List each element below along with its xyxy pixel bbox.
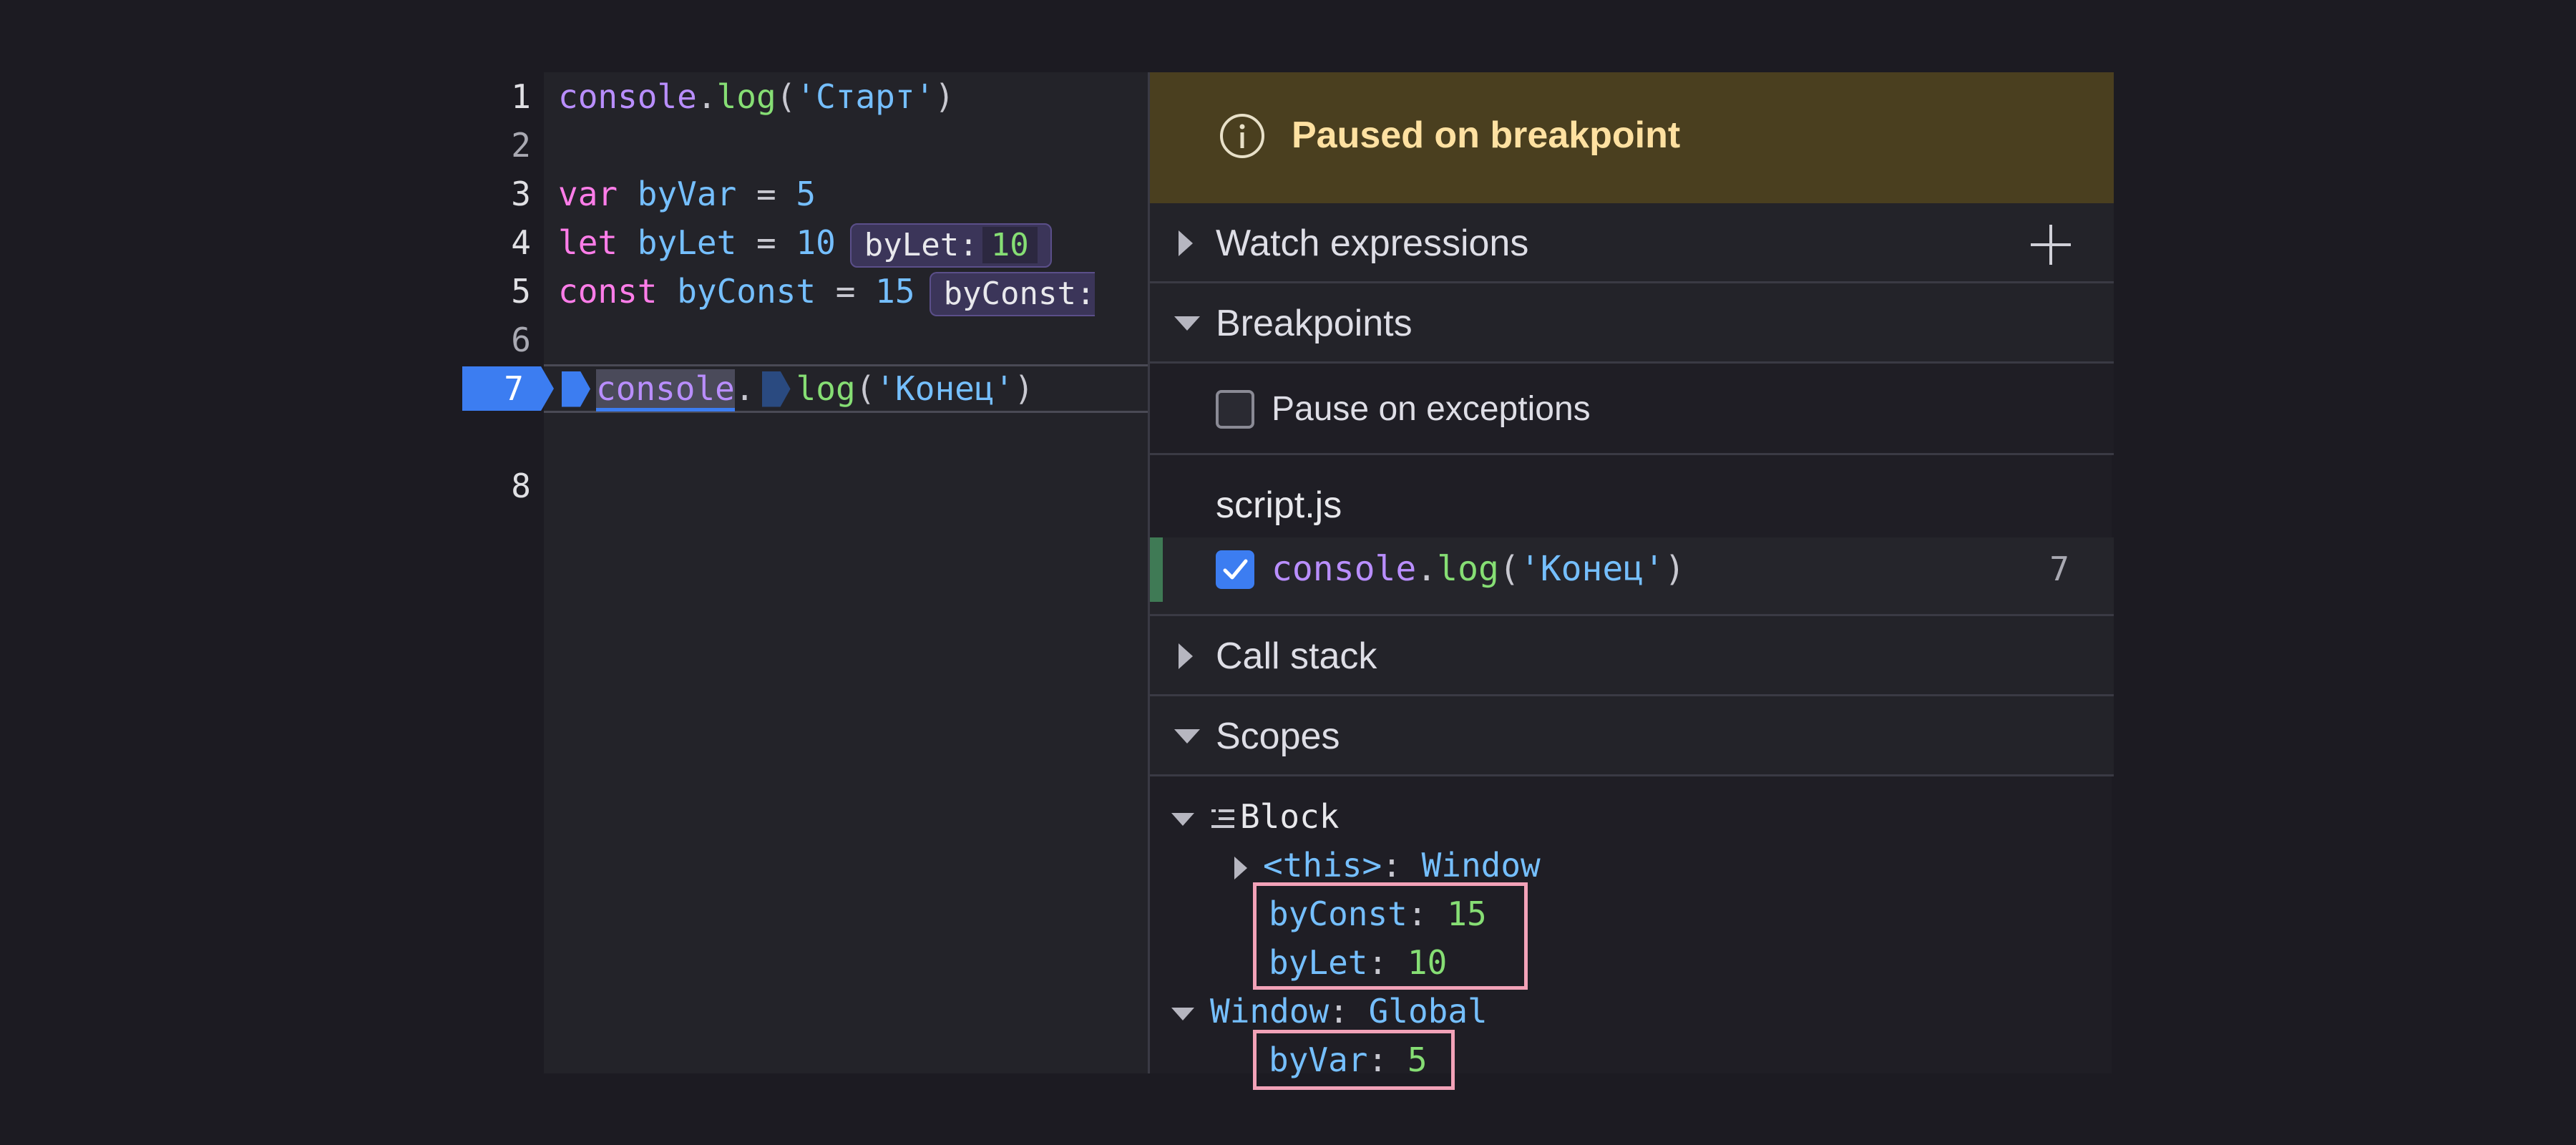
highlight-box-global-vars: [1253, 1030, 1455, 1090]
triangle-down-icon: [1171, 1007, 1194, 1020]
token-number: 10: [796, 223, 836, 262]
token-console-highlighted: console: [596, 369, 735, 411]
block-scope-label: Block: [1240, 797, 1340, 836]
pause-on-exceptions-row[interactable]: Pause on exceptions: [1150, 364, 2114, 455]
checkmark-icon: [1223, 559, 1248, 580]
line-number-5[interactable]: 5: [458, 267, 531, 316]
code-line-5: const byConst = 15 byConst:: [558, 267, 1148, 316]
breakpoint-enabled-checkbox[interactable]: [1216, 550, 1254, 589]
inline-preview-label: byConst:: [943, 275, 1096, 312]
token-keyword: let: [558, 223, 618, 262]
token-console: console: [1272, 549, 1417, 589]
token-dot: .: [734, 369, 755, 408]
pause-on-exceptions-checkbox[interactable]: [1216, 390, 1254, 429]
line-number-2[interactable]: 2: [458, 121, 531, 170]
breakpoint-marker[interactable]: 7: [462, 366, 554, 411]
scope-block-node[interactable]: Block: [1171, 792, 1339, 844]
token-paren-close: ): [935, 77, 955, 116]
breakpoint-line-number: 7: [2049, 550, 2069, 588]
code-line-7: console. log('Конец'): [562, 364, 1034, 413]
triangle-down-icon: [1171, 812, 1194, 826]
token-operator: =: [756, 223, 776, 262]
token-paren-close: ): [1014, 369, 1034, 408]
column-breakpoint-icon[interactable]: [761, 371, 791, 407]
token-identifier: byVar: [637, 175, 737, 213]
column-breakpoint-icon[interactable]: [562, 371, 590, 407]
breakpoints-header[interactable]: Breakpoints: [1150, 283, 2114, 364]
token-identifier: byConst: [677, 272, 816, 311]
breakpoint-item[interactable]: console.log('Конец') 7: [1150, 537, 2114, 616]
token-paren-close: ): [1664, 549, 1686, 589]
code-line-3: var byVar = 5: [558, 170, 816, 218]
line-number-4[interactable]: 4: [458, 218, 531, 267]
this-label: <this>: [1263, 846, 1382, 885]
inline-preview-byconst[interactable]: byConst:: [929, 271, 1096, 316]
token-paren-open: (: [1498, 549, 1520, 589]
debugger-sidebar: Paused on breakpoint Watch expressions B…: [1148, 72, 2114, 1090]
token-string: 'Старт': [796, 77, 935, 116]
info-circle-icon: [1219, 112, 1266, 163]
breakpoint-code: console.log('Конец'): [1272, 546, 1685, 592]
this-value: Window: [1421, 846, 1541, 885]
triangle-down-icon: [1174, 729, 1200, 744]
inline-preview-label: byLet:: [864, 226, 978, 263]
plus-icon[interactable]: [2031, 225, 2071, 265]
call-stack-label: Call stack: [1216, 635, 1377, 677]
pause-on-exceptions-label: Pause on exceptions: [1272, 390, 1591, 428]
line-number-3[interactable]: 3: [458, 170, 531, 218]
window-label: Window: [1210, 992, 1330, 1030]
token-console: console: [558, 77, 697, 116]
token-string: 'Конец': [1519, 549, 1665, 589]
token-operator: =: [756, 175, 776, 213]
breakpoints-label: Breakpoints: [1216, 303, 1413, 344]
call-stack-header[interactable]: Call stack: [1150, 616, 2114, 696]
token-number: 15: [875, 272, 915, 311]
line-number-8[interactable]: 8: [458, 462, 531, 510]
token-string: 'Конец': [875, 369, 1015, 408]
highlight-box-block-vars: [1253, 882, 1528, 990]
scopes-header[interactable]: Scopes: [1150, 696, 2114, 776]
block-scope-icon: [1210, 795, 1236, 844]
line-number-6[interactable]: 6: [458, 316, 531, 364]
triangle-right-icon: [1179, 643, 1193, 669]
token-log: log: [1437, 549, 1499, 589]
token-dot: .: [696, 77, 717, 116]
breakpoint-line-number: 7: [504, 369, 524, 408]
scope-window-node[interactable]: Window: Global: [1171, 987, 1488, 1036]
code-editor: 1 2 3 4 5 6 8 console.log('Старт') var b…: [458, 72, 1148, 1073]
token-number: 5: [796, 175, 816, 213]
token-identifier: byLet: [637, 223, 737, 262]
triangle-right-icon: [1179, 230, 1193, 256]
token-dot: .: [1416, 549, 1438, 589]
watch-expressions-label: Watch expressions: [1216, 223, 1529, 264]
inline-preview-bylet[interactable]: byLet: 10: [849, 223, 1052, 268]
watch-expressions-header[interactable]: Watch expressions: [1150, 203, 2114, 283]
triangle-down-icon: [1174, 316, 1200, 331]
token-paren-open: (: [855, 369, 876, 408]
token-keyword: const: [558, 272, 658, 311]
token-log: log: [716, 77, 776, 116]
window-value: Global: [1368, 992, 1488, 1030]
token-paren-open: (: [776, 77, 796, 116]
token-keyword: var: [558, 175, 618, 213]
token-operator: =: [835, 272, 856, 311]
scopes-label: Scopes: [1216, 716, 1340, 757]
inline-preview-value: 10: [982, 226, 1038, 263]
triangle-right-icon: [1234, 856, 1247, 880]
code-line-1: console.log('Старт'): [558, 72, 955, 121]
line-number-1[interactable]: 1: [458, 72, 531, 121]
code-line-4: let byLet = 10 byLet: 10: [558, 218, 1052, 268]
pause-message: Paused on breakpoint: [1292, 114, 1681, 156]
token-log: log: [796, 369, 856, 408]
pause-banner: Paused on breakpoint: [1150, 72, 2114, 203]
breakpoint-file-name[interactable]: script.js: [1216, 473, 1342, 537]
breakpoint-active-bar: [1150, 537, 1163, 602]
